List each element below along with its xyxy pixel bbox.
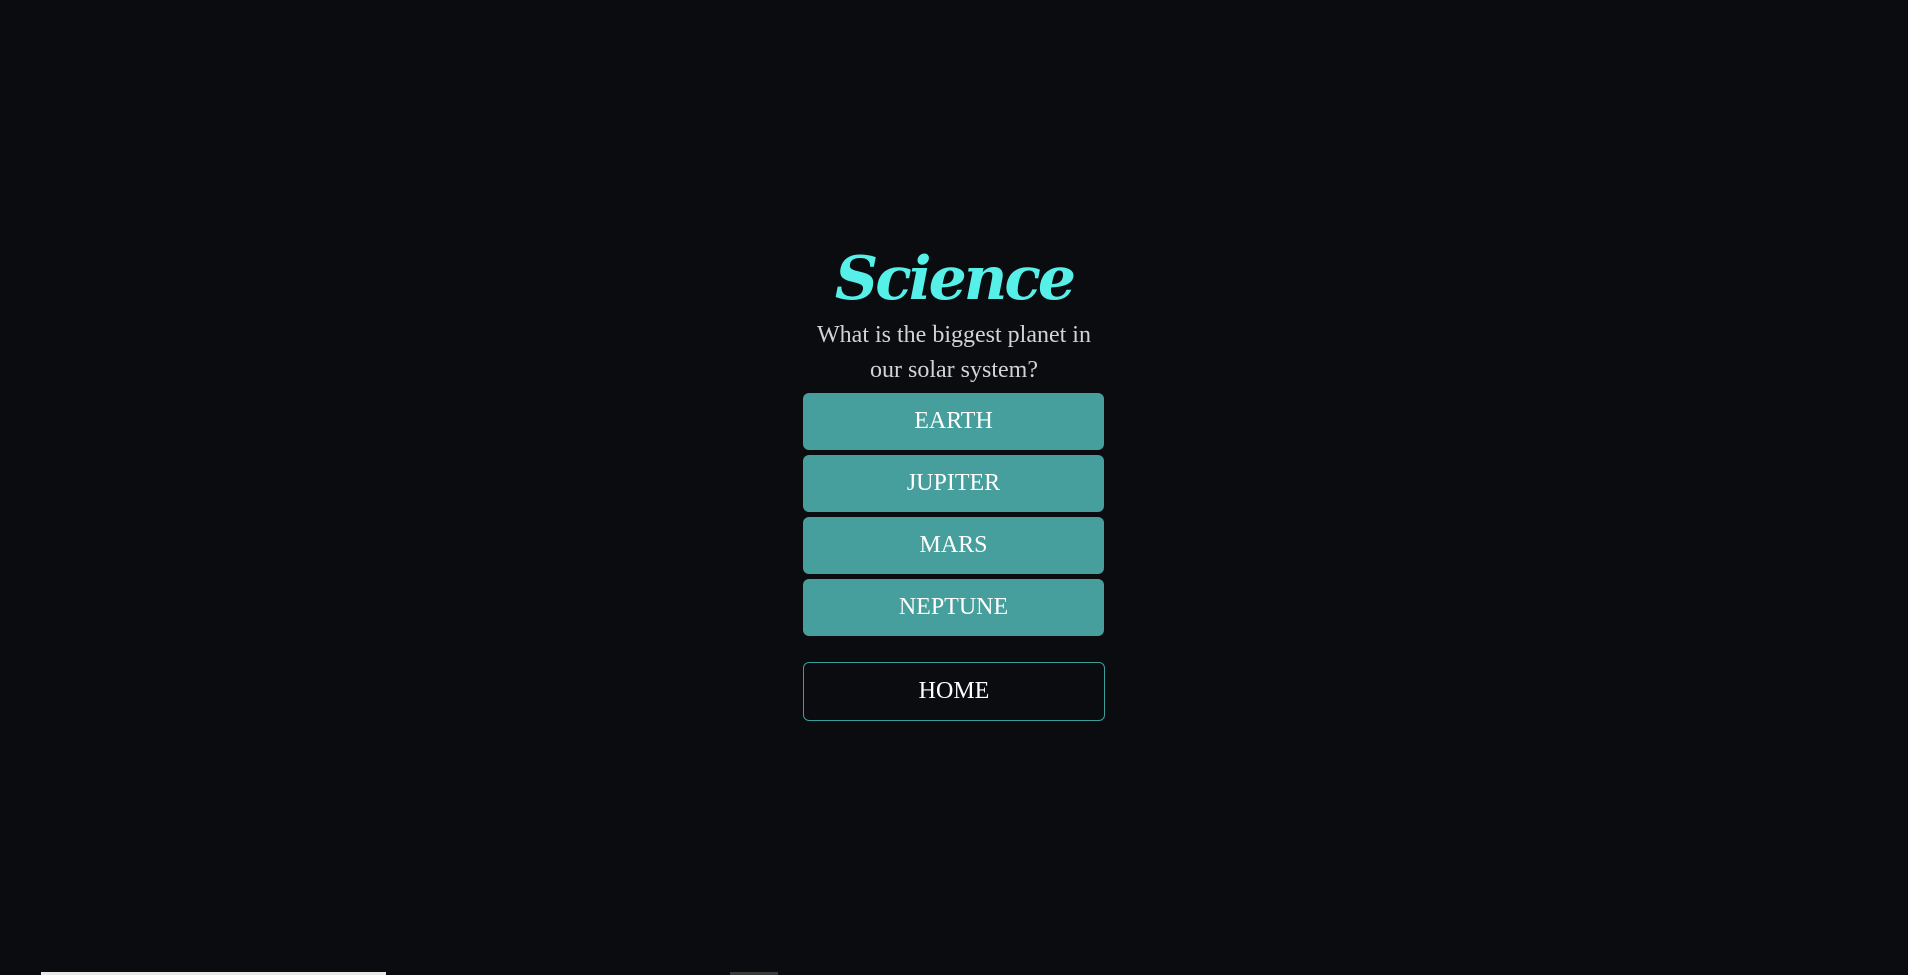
answer-button-neptune[interactable]: NEPTUNE <box>803 579 1104 636</box>
category-title: Science <box>834 244 1076 314</box>
answer-button-earth[interactable]: EARTH <box>803 393 1104 450</box>
page: Science What is the biggest planet in ou… <box>0 0 1908 975</box>
home-button[interactable]: HOME <box>803 662 1105 721</box>
question-text: What is the biggest planet in our solar … <box>817 322 1091 383</box>
answer-list: EARTH JUPITER MARS NEPTUNE <box>803 393 1105 641</box>
answer-button-mars[interactable]: MARS <box>803 517 1104 574</box>
quiz-card: Science What is the biggest planet in ou… <box>803 240 1105 721</box>
answer-button-jupiter[interactable]: JUPITER <box>803 455 1104 512</box>
